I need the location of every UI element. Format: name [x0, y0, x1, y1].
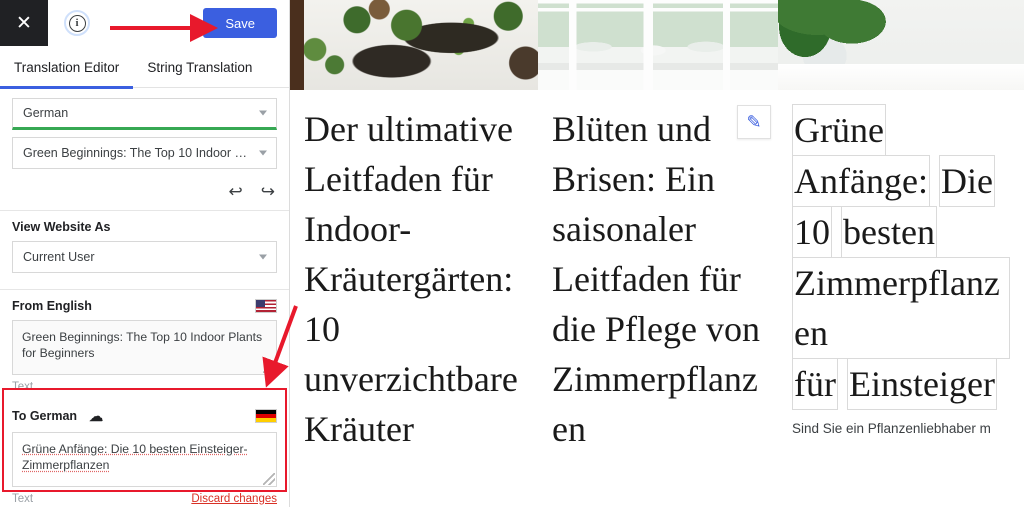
chevron-down-icon [259, 254, 267, 260]
close-icon: ✕ [16, 12, 32, 34]
column-2-title[interactable]: Blüten und Brisen: Ein saisonaler Leitfa… [538, 90, 778, 454]
windowsill-vases-photo [538, 0, 778, 90]
column-3-title[interactable]: Grüne Anfänge: Die 10 besten Zimmerpflan… [778, 90, 1024, 411]
chevron-down-icon [259, 110, 267, 116]
source-text-value: Green Beginnings: The Top 10 Indoor Plan… [22, 330, 263, 361]
preview-column-2: Blüten und Brisen: Ein saisonaler Leitfa… [538, 0, 778, 507]
language-select[interactable]: German [12, 98, 277, 130]
column-3-body: Sind Sie ein Pflanzenliebhaber m [792, 421, 991, 437]
screen-root: ✕ i Save Translation Editor String Trans… [0, 0, 1024, 507]
view-website-as-label: View Website As [12, 220, 111, 234]
title-word-box[interactable]: 10 [792, 206, 832, 259]
page-preview: Der ultimative Leitfaden für Indoor-Kräu… [290, 0, 1024, 507]
title-word-box[interactable]: Grüne [792, 104, 886, 157]
title-word-box[interactable]: Einsteiger [846, 358, 997, 411]
target-field-meta: Text Discard changes [0, 487, 289, 507]
resize-handle-icon[interactable] [263, 472, 275, 485]
language-select-value: German [23, 106, 69, 120]
leaf-in-glass-vase-photo [778, 0, 1024, 90]
info-button[interactable]: i [64, 10, 90, 36]
source-field-label: Text [12, 380, 34, 393]
source-text-field: Green Beginnings: The Top 10 Indoor Plan… [12, 320, 277, 375]
source-header: From English [0, 290, 289, 320]
preview-column-3: Grüne Anfänge: Die 10 besten Zimmerpflan… [778, 0, 1024, 507]
tab-translation-editor[interactable]: Translation Editor [0, 46, 134, 89]
discard-changes-link[interactable]: Discard changes [191, 493, 277, 505]
tab-string-translation-label: String Translation [147, 59, 253, 75]
sidebar-tabs: Translation Editor String Translation [0, 46, 289, 89]
page-select-value: Green Beginnings: The Top 10 Indoor Plan… [23, 146, 266, 160]
translation-editor-sidebar: ✕ i Save Translation Editor String Trans… [0, 0, 290, 507]
target-header: To German ☁ [0, 397, 289, 432]
view-website-as-value: Current User [23, 250, 95, 264]
sidebar-topbar: ✕ i Save [0, 0, 289, 46]
target-field-label: Text [12, 492, 34, 505]
from-english-label: From English [12, 299, 92, 313]
chevron-down-icon [259, 150, 267, 156]
us-flag-icon [255, 299, 277, 313]
column-1-title[interactable]: Der ultimative Leitfaden für Indoor-Kräu… [290, 90, 538, 454]
target-text-line2: Zimmerpflanzen [22, 458, 110, 473]
preview-column-1: Der ultimative Leitfaden für Indoor-Kräu… [290, 0, 538, 507]
save-button[interactable]: Save [203, 8, 277, 38]
target-text-field[interactable]: Grüne Anfänge: Die 10 besten Einsteiger-… [12, 431, 277, 487]
undo-arrow-icon[interactable]: ↩ [229, 183, 243, 200]
edit-translation-button[interactable]: ✎ [737, 105, 771, 139]
view-website-as-header: View Website As [0, 211, 289, 241]
de-flag-icon [255, 409, 277, 424]
tab-string-translation[interactable]: String Translation [133, 46, 266, 88]
title-word-box[interactable]: Die [938, 155, 995, 208]
close-button[interactable]: ✕ [0, 0, 48, 46]
history-controls: ↩ ↪ [0, 177, 289, 204]
view-website-as-select[interactable]: Current User [12, 241, 277, 273]
redo-arrow-icon[interactable]: ↪ [261, 183, 275, 200]
selectors-section: German Green Beginnings: The Top 10 Indo… [0, 88, 289, 177]
title-word-box[interactable]: Zimmerpflanzen [792, 257, 1010, 360]
target-text-line1: Grüne Anfänge: Die 10 besten Einsteiger- [22, 441, 248, 456]
info-icon: i [68, 14, 86, 32]
title-word-box[interactable]: besten [841, 206, 937, 259]
title-word-box[interactable]: Anfänge: [792, 155, 930, 208]
tab-translation-editor-label: Translation Editor [14, 59, 120, 75]
potting-table-photo [290, 0, 538, 90]
resize-handle-icon[interactable] [263, 360, 275, 373]
cloud-upload-icon[interactable]: ☁ [89, 408, 103, 425]
title-word-box[interactable]: für [792, 358, 838, 411]
pencil-edit-icon: ✎ [746, 112, 762, 132]
to-german-label: To German [12, 409, 78, 424]
source-field-meta: Text [0, 375, 289, 397]
page-select[interactable]: Green Beginnings: The Top 10 Indoor Plan… [12, 137, 277, 169]
